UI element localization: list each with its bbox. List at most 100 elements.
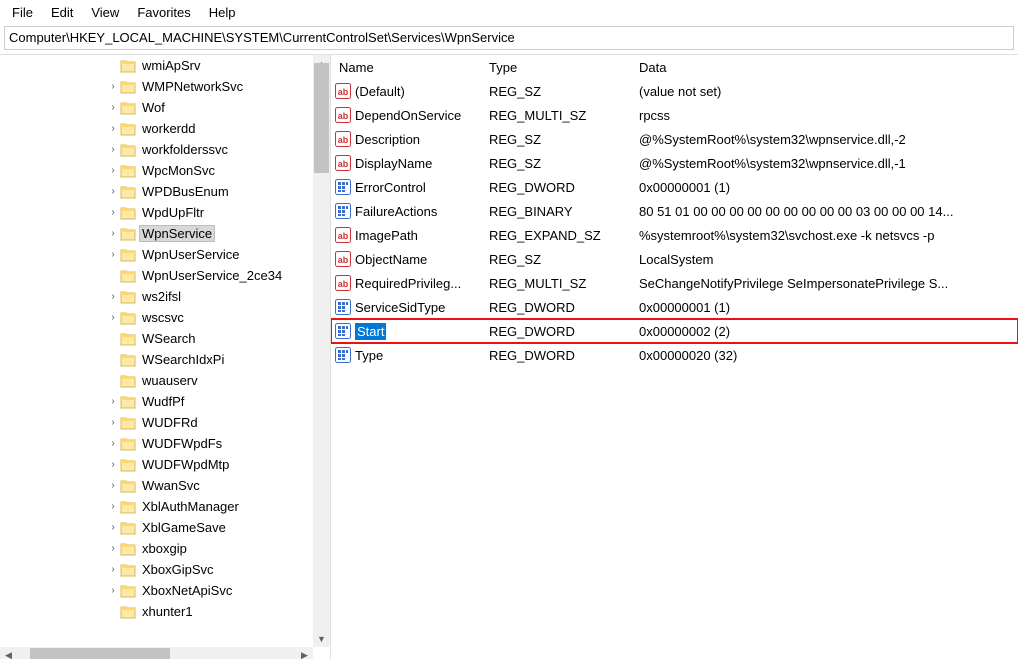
value-data: 0x00000002 (2) (631, 324, 1018, 339)
registry-value-row[interactable]: DependOnServiceREG_MULTI_SZrpcss (331, 103, 1018, 127)
tree-item[interactable]: ›WwanSvc (0, 475, 330, 496)
chevron-right-icon[interactable]: › (106, 585, 120, 596)
value-name-cell: (Default) (331, 83, 481, 99)
tree-item[interactable]: wuauserv (0, 370, 330, 391)
tree-item[interactable]: ›WpnUserService (0, 244, 330, 265)
chevron-right-icon[interactable]: › (106, 207, 120, 218)
chevron-right-icon[interactable]: › (106, 144, 120, 155)
tree-item[interactable]: wmiApSrv (0, 55, 330, 76)
tree-item[interactable]: ›workerdd (0, 118, 330, 139)
menu-favorites[interactable]: Favorites (131, 4, 196, 21)
value-type: REG_DWORD (481, 180, 631, 195)
value-type: REG_BINARY (481, 204, 631, 219)
chevron-right-icon[interactable]: › (106, 102, 120, 113)
folder-icon (120, 310, 136, 326)
tree-item[interactable]: ›XboxGipSvc (0, 559, 330, 580)
registry-value-row[interactable]: StartREG_DWORD0x00000002 (2) (331, 319, 1018, 343)
tree-content[interactable]: wmiApSrv›WMPNetworkSvc›Wof›workerdd›work… (0, 55, 330, 647)
tree-item[interactable]: ›ws2ifsl (0, 286, 330, 307)
chevron-right-icon[interactable]: › (106, 564, 120, 575)
scroll-right-arrow-icon[interactable]: ▶ (296, 647, 313, 659)
binary-value-icon (335, 203, 351, 219)
tree-item[interactable]: ›WpcMonSvc (0, 160, 330, 181)
column-header-data[interactable]: Data (631, 57, 1018, 78)
tree-item[interactable]: WpnUserService_2ce34 (0, 265, 330, 286)
address-bar[interactable]: Computer\HKEY_LOCAL_MACHINE\SYSTEM\Curre… (4, 26, 1014, 50)
menu-file[interactable]: File (6, 4, 39, 21)
tree-item[interactable]: ›WpnService (0, 223, 330, 244)
folder-icon (120, 79, 136, 95)
chevron-right-icon[interactable]: › (106, 396, 120, 407)
tree-item[interactable]: WSearchIdxPi (0, 349, 330, 370)
chevron-right-icon[interactable]: › (106, 543, 120, 554)
chevron-right-icon[interactable]: › (106, 123, 120, 134)
registry-value-row[interactable]: ErrorControlREG_DWORD0x00000001 (1) (331, 175, 1018, 199)
tree-item-label: WUDFWpdFs (140, 436, 224, 451)
registry-value-row[interactable]: DisplayNameREG_SZ@%SystemRoot%\system32\… (331, 151, 1018, 175)
value-data: 80 51 01 00 00 00 00 00 00 00 00 00 03 0… (631, 204, 1018, 219)
menu-view[interactable]: View (85, 4, 125, 21)
menu-edit[interactable]: Edit (45, 4, 79, 21)
chevron-right-icon[interactable]: › (106, 501, 120, 512)
registry-value-row[interactable]: ObjectNameREG_SZLocalSystem (331, 247, 1018, 271)
registry-value-row[interactable]: ServiceSidTypeREG_DWORD0x00000001 (1) (331, 295, 1018, 319)
tree-item[interactable]: ›WMPNetworkSvc (0, 76, 330, 97)
value-data: SeChangeNotifyPrivilege SeImpersonatePri… (631, 276, 1018, 291)
registry-value-row[interactable]: DescriptionREG_SZ@%SystemRoot%\system32\… (331, 127, 1018, 151)
registry-value-row[interactable]: RequiredPrivileg...REG_MULTI_SZSeChangeN… (331, 271, 1018, 295)
tree-item[interactable]: ›WUDFRd (0, 412, 330, 433)
tree-item[interactable]: WSearch (0, 328, 330, 349)
column-header-type[interactable]: Type (481, 57, 631, 78)
menubar: File Edit View Favorites Help (0, 0, 1018, 24)
tree-item-label: XblAuthManager (140, 499, 241, 514)
value-type: REG_DWORD (481, 324, 631, 339)
tree-item[interactable]: xhunter1 (0, 601, 330, 622)
tree-item[interactable]: ›Wof (0, 97, 330, 118)
value-name-cell: FailureActions (331, 203, 481, 219)
string-value-icon (335, 275, 351, 291)
chevron-right-icon[interactable]: › (106, 291, 120, 302)
tree-item[interactable]: ›WUDFWpdMtp (0, 454, 330, 475)
tree-item[interactable]: ›WPDBusEnum (0, 181, 330, 202)
registry-value-row[interactable]: (Default)REG_SZ(value not set) (331, 79, 1018, 103)
list-body: (Default)REG_SZ(value not set)DependOnSe… (331, 79, 1018, 367)
chevron-right-icon[interactable]: › (106, 186, 120, 197)
folder-icon (120, 583, 136, 599)
tree-item[interactable]: ›XblGameSave (0, 517, 330, 538)
chevron-right-icon[interactable]: › (106, 522, 120, 533)
chevron-right-icon[interactable]: › (106, 459, 120, 470)
tree-item[interactable]: ›xboxgip (0, 538, 330, 559)
scroll-down-arrow-icon[interactable]: ▼ (313, 630, 330, 647)
chevron-right-icon[interactable]: › (106, 81, 120, 92)
folder-icon (120, 520, 136, 536)
tree-vertical-scrollbar[interactable]: ▲ ▼ (313, 55, 330, 647)
scroll-thumb[interactable] (314, 63, 329, 173)
binary-value-icon (335, 347, 351, 363)
chevron-right-icon[interactable]: › (106, 417, 120, 428)
tree-item[interactable]: ›WudfPf (0, 391, 330, 412)
chevron-right-icon[interactable]: › (106, 480, 120, 491)
chevron-right-icon[interactable]: › (106, 312, 120, 323)
tree-item[interactable]: › WUDFWpdFs (0, 433, 330, 454)
folder-icon (120, 142, 136, 158)
tree-item[interactable]: ›workfolderssvc (0, 139, 330, 160)
chevron-right-icon[interactable]: › (106, 438, 120, 449)
tree-item[interactable]: ›WpdUpFltr (0, 202, 330, 223)
registry-value-row[interactable]: ImagePathREG_EXPAND_SZ%systemroot%\syste… (331, 223, 1018, 247)
scroll-thumb[interactable] (30, 648, 170, 659)
menu-help[interactable]: Help (203, 4, 242, 21)
tree-item[interactable]: ›wscsvc (0, 307, 330, 328)
registry-value-row[interactable]: TypeREG_DWORD0x00000020 (32) (331, 343, 1018, 367)
registry-value-row[interactable]: FailureActionsREG_BINARY80 51 01 00 00 0… (331, 199, 1018, 223)
folder-icon (120, 436, 136, 452)
tree-item[interactable]: › XblAuthManager (0, 496, 330, 517)
tree-item[interactable]: ›XboxNetApiSvc (0, 580, 330, 601)
value-name-cell: Type (331, 347, 481, 363)
chevron-right-icon[interactable]: › (106, 249, 120, 260)
binary-value-icon (335, 299, 351, 315)
column-header-name[interactable]: Name (331, 57, 481, 78)
scroll-left-arrow-icon[interactable]: ◀ (0, 647, 17, 659)
chevron-right-icon[interactable]: › (106, 228, 120, 239)
chevron-right-icon[interactable]: › (106, 165, 120, 176)
tree-horizontal-scrollbar[interactable]: ◀ ▶ (0, 647, 313, 659)
